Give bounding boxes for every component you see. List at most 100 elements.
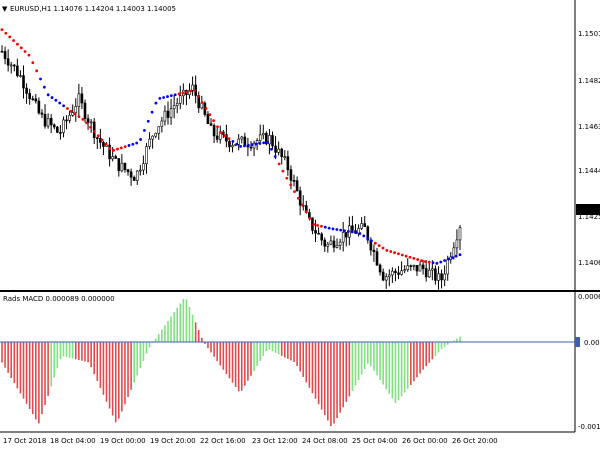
trend-dot-up [435,261,439,265]
trend-dot-down [285,176,289,180]
mt4-chart-window: ▼ EURUSD,H1 1.14076 1.14204 1.14003 1.14… [0,0,600,445]
trend-dot-up [354,231,358,234]
candle-body [212,125,216,137]
trend-dot-down [293,190,296,193]
trend-dot-down [204,107,208,110]
candle-body [335,244,339,248]
trend-dot-down [304,210,308,214]
trend-dot-down [104,142,108,146]
time-label: 19 Oct 00:00 [100,437,146,445]
candle-body [274,145,277,153]
trend-dot-down [377,244,381,248]
trend-dot-up [127,144,131,147]
indicator-label-min: -0.001257 [578,423,600,431]
candle-body [22,75,25,89]
candle-body [440,273,443,281]
time-axis: 17 Oct 2018 18 Oct 04:00 19 Oct 00:00 19… [3,437,498,445]
trend-dot-down [289,183,293,187]
candle-body [68,115,71,121]
symbol-arrow-icon[interactable]: ▼ [2,5,8,13]
candle-body [243,136,247,147]
candle-body [427,269,431,278]
trend-dot-down [112,148,116,152]
trend-dot-down [35,69,39,73]
price-panel[interactable] [0,0,575,290]
trend-dot-up [143,128,146,132]
candle-body [320,233,323,241]
candle-body [95,137,99,140]
trend-dot-up [339,228,343,232]
trend-dot-up [327,226,331,230]
trend-dot-down [412,256,416,260]
trend-dot-up [258,141,262,145]
candle-body [360,223,363,229]
candle-body [424,268,428,278]
trend-dot-down [381,246,385,250]
candle-body [271,135,274,147]
candle-body [406,265,410,270]
trend-dot-down [208,113,212,117]
candle-body [145,146,148,164]
trend-dot-up [366,236,370,240]
candle-body [344,232,348,238]
candle [56,126,59,133]
candle-body [317,232,320,235]
time-label: 24 Oct 08:00 [302,437,348,445]
trend-dot-down [400,253,404,257]
trend-dot-up [158,96,162,100]
trend-dot-up [231,139,235,143]
trend-dot-up [458,253,462,257]
trend-dot-down [108,147,112,150]
candle-body [240,136,244,140]
candle-body [43,113,47,127]
trend-dot-up [58,101,62,105]
trend-dot-up [431,261,435,265]
candle-body [384,276,388,281]
trend-dot-up [323,225,327,229]
candle-body [157,126,161,134]
trend-dot-down [31,61,35,65]
time-label: 19 Oct 20:00 [150,437,196,445]
trend-dot-up [266,140,269,144]
trend-dot-up [254,142,258,146]
candle-body [132,176,136,181]
trend-dot-down [8,35,12,39]
trend-dot-down [404,254,408,258]
candle-body [52,124,56,128]
price-axis: 1.15015 1.14825 1.14635 1.14445 1.14255 … [576,30,600,267]
candle-body [372,249,376,252]
candle-body [409,265,413,267]
trend-dot-up [350,230,354,234]
time-label: 18 Oct 04:00 [50,437,96,445]
trend-dot-down [12,39,15,42]
trend-dot-up [146,119,150,123]
candle-body [46,118,50,127]
candle-body [19,75,22,77]
candle-body [249,146,253,149]
trend-dot-down [300,203,304,207]
price-label: 1.14445 [578,167,600,175]
candle-body [258,134,262,141]
candle-body [443,273,446,281]
indicator-label-zero: 0.00 [584,339,600,347]
trend-dot-up [250,143,254,147]
candle-body [74,106,78,113]
trend-dot-down [19,46,23,50]
trend-dot-down [0,28,4,32]
trend-dot-up [135,141,139,145]
trend-dot-down [89,125,92,129]
candle-body [160,120,164,127]
indicator-panel[interactable] [0,292,575,432]
trend-dot-down [427,260,431,264]
trend-dot-up [39,77,42,81]
trend-dot-down [23,50,27,53]
candle-body [455,239,459,249]
candle-body [80,93,84,104]
trend-dot-down [193,88,196,92]
candle-body [31,98,35,101]
candle-body [111,156,114,160]
candle-body [117,158,121,172]
candle-body [286,156,290,170]
candle-body [102,142,105,147]
trend-dot-down [416,258,420,261]
